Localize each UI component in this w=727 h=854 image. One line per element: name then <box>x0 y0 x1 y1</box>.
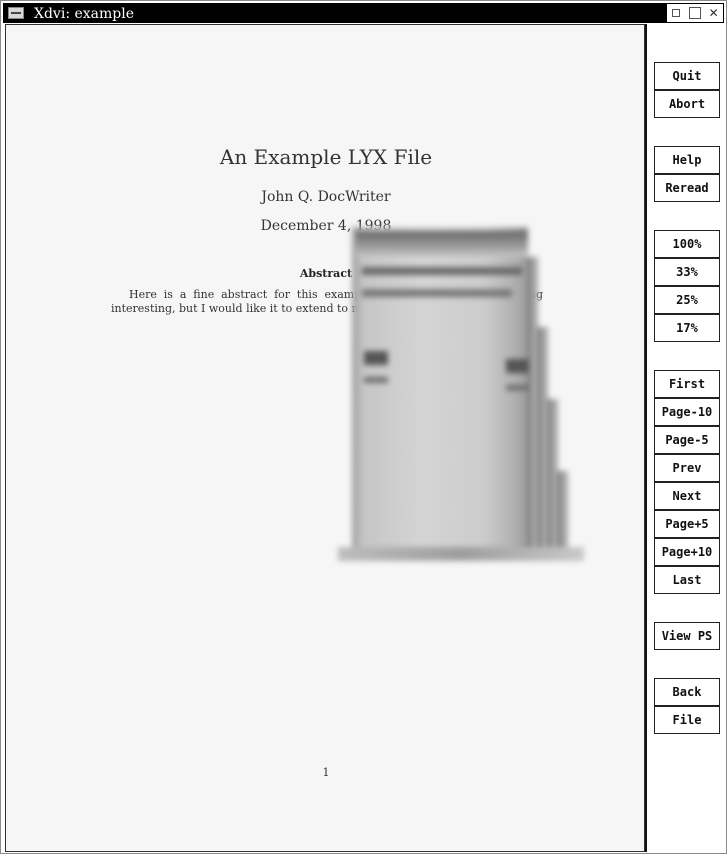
page-plus-10-button[interactable]: Page+10 <box>654 538 720 566</box>
reread-button[interactable]: Reread <box>654 174 720 202</box>
view-ps-button[interactable]: View PS <box>654 622 720 650</box>
magnifier-band <box>506 385 530 391</box>
minimize-icon[interactable] <box>669 6 683 20</box>
zoom-17-button[interactable]: 17% <box>654 314 720 342</box>
page-number: 1 <box>322 766 330 779</box>
magnifier-foot <box>338 547 584 561</box>
maximize-icon[interactable] <box>688 6 702 20</box>
abort-button[interactable]: Abort <box>654 90 720 118</box>
back-button[interactable]: Back <box>654 678 720 706</box>
title-bar[interactable]: Xdvi: example ✕ <box>3 3 724 23</box>
magnifier-band <box>364 377 388 383</box>
document-author: John Q. DocWriter <box>261 189 391 205</box>
magnifier-texture <box>352 227 528 557</box>
magnifier-band <box>362 289 512 297</box>
prev-page-button[interactable]: Prev <box>654 454 720 482</box>
magnifier-window[interactable] <box>338 227 584 561</box>
magnifier-step <box>548 399 558 557</box>
zoom-25-button[interactable]: 25% <box>654 286 720 314</box>
quit-button[interactable]: Quit <box>654 62 720 90</box>
magnifier-step <box>558 471 568 557</box>
magnifier-band <box>362 267 522 275</box>
file-button[interactable]: File <box>654 706 720 734</box>
window-menu-icon[interactable] <box>8 7 24 19</box>
magnifier-step <box>538 327 548 557</box>
page-plus-5-button[interactable]: Page+5 <box>654 510 720 538</box>
magnifier-dark-spot <box>506 359 528 373</box>
window-title: Xdvi: example <box>34 6 135 22</box>
page-minus-5-button[interactable]: Page-5 <box>654 426 720 454</box>
close-icon[interactable]: ✕ <box>707 6 721 20</box>
last-page-button[interactable]: Last <box>654 566 720 594</box>
help-button[interactable]: Help <box>654 146 720 174</box>
button-panel: Quit Abort Help Reread 100% 33% 25% 17% … <box>645 24 725 852</box>
xdvi-window: Xdvi: example ✕ An Example LYX File John… <box>0 0 727 854</box>
magnifier-step <box>528 257 538 557</box>
first-page-button[interactable]: First <box>654 370 720 398</box>
magnifier-top-band <box>356 231 528 257</box>
zoom-100-button[interactable]: 100% <box>654 230 720 258</box>
document-title: An Example LYX File <box>219 145 433 169</box>
window-controls: ✕ <box>667 4 723 22</box>
magnifier-dark-spot <box>364 351 388 365</box>
next-page-button[interactable]: Next <box>654 482 720 510</box>
dvi-page-view[interactable]: An Example LYX File John Q. DocWriter De… <box>5 24 645 852</box>
zoom-33-button[interactable]: 33% <box>654 258 720 286</box>
page-minus-10-button[interactable]: Page-10 <box>654 398 720 426</box>
